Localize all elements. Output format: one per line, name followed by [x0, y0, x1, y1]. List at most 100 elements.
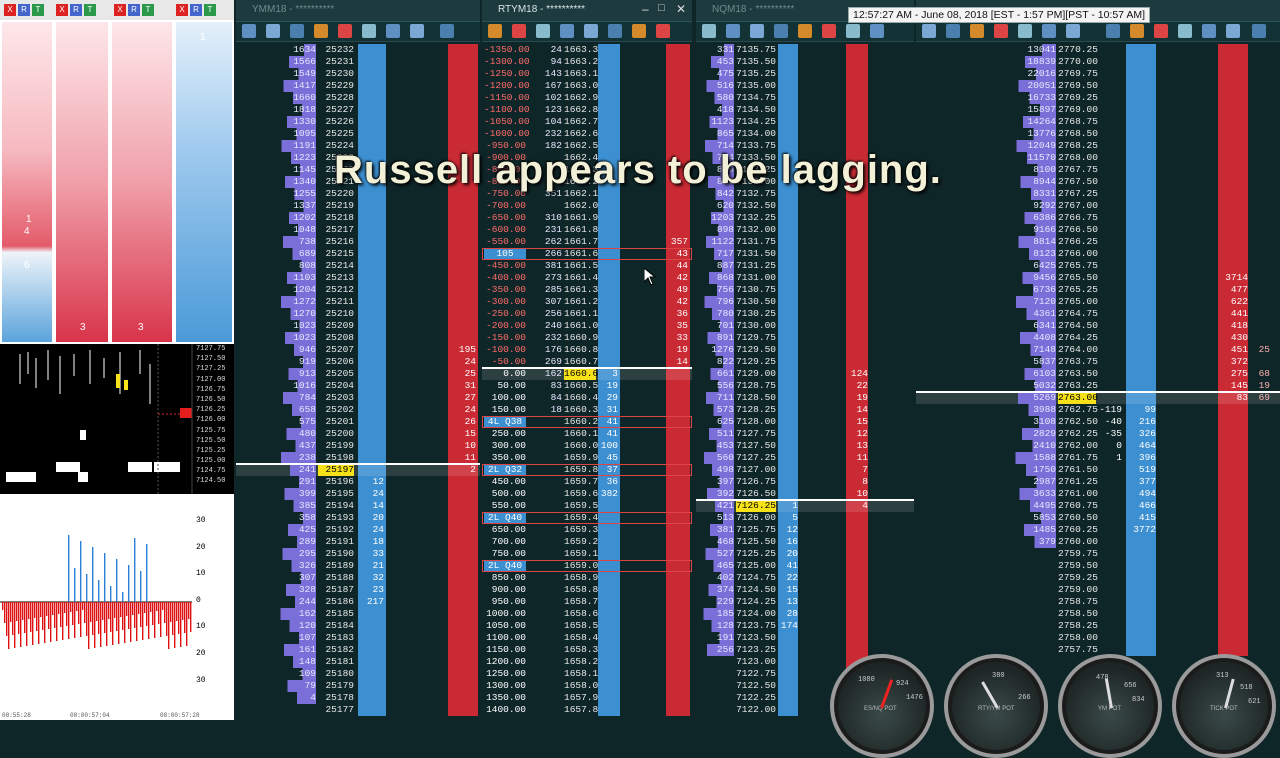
toolbar-icon[interactable] — [846, 24, 860, 38]
t-button[interactable]: T — [204, 4, 216, 16]
price-cell: 7129.25 — [736, 356, 776, 367]
hist-bar-negative — [34, 602, 36, 618]
toolbar-icon[interactable] — [774, 24, 788, 38]
toolbar-icon[interactable] — [1042, 24, 1056, 38]
volume-cell: 256 — [544, 308, 562, 319]
hist-bar-negative — [28, 602, 30, 619]
toolbar-icon[interactable] — [1226, 24, 1240, 38]
price-cell: 7125.50 — [736, 536, 776, 547]
offset-cell: 550.00 — [491, 500, 526, 511]
price-cell: 7127.75 — [736, 428, 776, 439]
toolbar-icon[interactable] — [584, 24, 598, 38]
ask-size-cell: 33 — [676, 332, 688, 343]
toolbar-icon[interactable] — [1066, 24, 1080, 38]
price-cell: 1658.0 — [564, 680, 599, 691]
toolbar-icon[interactable] — [1018, 24, 1032, 38]
offset-cell: 950.00 — [491, 596, 526, 607]
toolbar-icon[interactable] — [410, 24, 424, 38]
toolbar-icon[interactable] — [440, 24, 454, 38]
price-cell: 7134.75 — [736, 92, 776, 103]
toolbar-icon[interactable] — [608, 24, 622, 38]
toolbar-icon[interactable] — [970, 24, 984, 38]
volume-cell: 123 — [544, 104, 562, 115]
hist-bar-negative — [36, 602, 38, 631]
toolbar-icon[interactable] — [726, 24, 740, 38]
minimize-icon[interactable]: – — [642, 2, 649, 16]
toolbar-icon[interactable] — [750, 24, 764, 38]
hist-bar-negative — [38, 602, 40, 644]
toolbar-icon[interactable] — [242, 24, 256, 38]
hist-bar-negative — [152, 602, 154, 625]
toolbar-icon[interactable] — [560, 24, 574, 38]
ask-size-cell: 27 — [464, 392, 476, 403]
price-cell: 2765.00 — [1058, 296, 1098, 307]
close-button[interactable]: X — [56, 4, 68, 16]
t-button[interactable]: T — [142, 4, 154, 16]
toolbar-icon[interactable] — [386, 24, 400, 38]
r-button[interactable]: R — [128, 4, 140, 16]
close-button[interactable]: X — [4, 4, 16, 16]
toolbar-icon[interactable] — [656, 24, 670, 38]
toolbar-icon[interactable] — [488, 24, 502, 38]
price-cell: 2764.75 — [1058, 308, 1098, 319]
close-icon[interactable]: ✕ — [676, 2, 686, 16]
r-button[interactable]: R — [70, 4, 82, 16]
bid-size-cell: 494 — [1138, 488, 1156, 499]
toolbar-icon[interactable] — [870, 24, 884, 38]
ask-size-cell: 24 — [464, 404, 476, 415]
toolbar-icon[interactable] — [1130, 24, 1144, 38]
toolbar-icon[interactable] — [362, 24, 376, 38]
toolbar-icon[interactable] — [1178, 24, 1192, 38]
toolbar-icon[interactable] — [266, 24, 280, 38]
volume-cell: 1023 — [276, 320, 316, 332]
price-cell: 2765.50 — [1058, 272, 1098, 283]
r-button[interactable]: R — [18, 4, 30, 16]
window-title: RTYM18 - ********** — [498, 4, 586, 15]
hist-bar-negative — [74, 602, 76, 638]
price-cell: 25214 — [325, 260, 354, 271]
toolbar-icon[interactable] — [922, 24, 936, 38]
toolbar-icon[interactable] — [822, 24, 836, 38]
t-button[interactable]: T — [84, 4, 96, 16]
order-row-outline — [482, 464, 692, 476]
price-cell: 7135.00 — [736, 80, 776, 91]
volume-cell: 331 — [700, 44, 734, 56]
toolbar-icon[interactable] — [1154, 24, 1168, 38]
price-cell: 7125.25 — [736, 548, 776, 559]
volume-cell: 556 — [700, 380, 734, 392]
toolbar-icon[interactable] — [314, 24, 328, 38]
toolbar-icon[interactable] — [1252, 24, 1266, 38]
price-cell: 7126.75 — [736, 476, 776, 487]
price-cell: 2758.50 — [1058, 608, 1098, 619]
toolbar-icon[interactable] — [512, 24, 526, 38]
maximize-icon[interactable]: □ — [658, 2, 665, 14]
rty-titlebar[interactable]: RTYM18 - ********** – □ ✕ — [482, 0, 692, 22]
toolbar-icon[interactable] — [536, 24, 550, 38]
volume-cell: 385 — [276, 500, 316, 512]
bid-size-cell: 31 — [606, 404, 618, 415]
volume-cell: 560 — [700, 452, 734, 464]
offset-cell: 300.00 — [491, 440, 526, 451]
hist-bar-negative — [118, 602, 120, 644]
r-button[interactable]: R — [190, 4, 202, 16]
axis-tick: 7125.50 — [196, 436, 226, 445]
toolbar-icon[interactable] — [290, 24, 304, 38]
axis-tick: 7126.50 — [196, 395, 226, 404]
t-button[interactable]: T — [32, 4, 44, 16]
volume-cell: 256 — [700, 644, 734, 656]
toolbar-icon[interactable] — [946, 24, 960, 38]
toolbar-icon[interactable] — [1202, 24, 1216, 38]
price-cell: 7127.00 — [736, 464, 776, 475]
volume-cell: 1048 — [276, 224, 316, 236]
toolbar-icon[interactable] — [632, 24, 646, 38]
toolbar-icon[interactable] — [798, 24, 812, 38]
toolbar-icon[interactable] — [338, 24, 352, 38]
price-cell: 1662.9 — [564, 92, 599, 103]
toolbar-icon[interactable] — [702, 24, 716, 38]
toolbar-icon[interactable] — [994, 24, 1008, 38]
volume-cell: 661 — [700, 368, 734, 380]
toolbar-icon[interactable] — [1106, 24, 1120, 38]
ym-titlebar[interactable]: YMM18 - ********** — [236, 0, 480, 22]
close-button[interactable]: X — [114, 4, 126, 16]
close-button[interactable]: X — [176, 4, 188, 16]
